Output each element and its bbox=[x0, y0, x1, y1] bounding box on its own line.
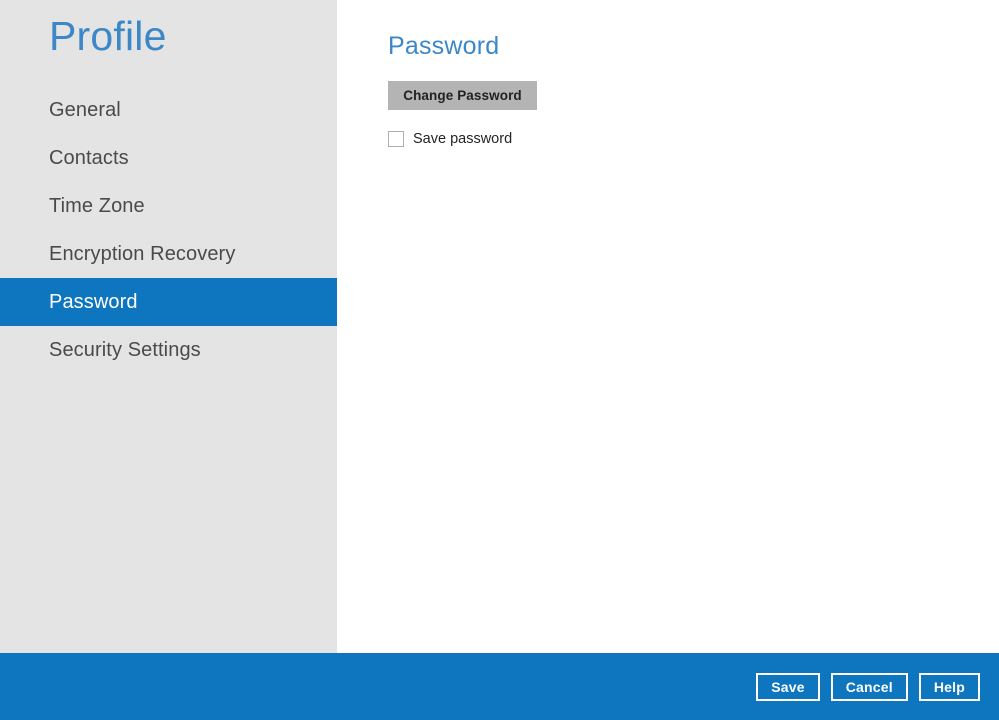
sidebar-item-label: Encryption Recovery bbox=[0, 242, 235, 266]
save-password-checkbox[interactable] bbox=[388, 131, 404, 147]
sidebar-item-time-zone[interactable]: Time Zone bbox=[0, 182, 337, 230]
cancel-button[interactable]: Cancel bbox=[831, 673, 908, 701]
profile-settings-window: Profile General Contacts Time Zone Encrypti… bbox=[0, 0, 999, 720]
sidebar-item-general[interactable]: General bbox=[0, 86, 337, 134]
footer-button-group: Save Cancel Help bbox=[756, 673, 980, 701]
sidebar-item-password[interactable]: Password bbox=[0, 278, 337, 326]
save-password-row: Save password bbox=[388, 130, 512, 148]
sidebar-item-label: Time Zone bbox=[0, 194, 145, 218]
help-button[interactable]: Help bbox=[919, 673, 980, 701]
section-title: Password bbox=[388, 31, 499, 61]
sidebar-item-label: Password bbox=[0, 290, 138, 314]
sidebar-item-label: General bbox=[0, 98, 121, 122]
save-button[interactable]: Save bbox=[756, 673, 820, 701]
sidebar-item-label: Security Settings bbox=[0, 338, 201, 362]
sidebar-item-encryption-recovery[interactable]: Encryption Recovery bbox=[0, 230, 337, 278]
sidebar-item-security-settings[interactable]: Security Settings bbox=[0, 326, 337, 374]
page-title: Profile bbox=[49, 8, 167, 64]
change-password-button[interactable]: Change Password bbox=[388, 81, 537, 110]
save-password-label: Save password bbox=[413, 130, 512, 148]
sidebar-nav: General Contacts Time Zone Encryption Recov… bbox=[0, 86, 337, 374]
footer-bar: Save Cancel Help bbox=[0, 653, 999, 720]
sidebar-item-contacts[interactable]: Contacts bbox=[0, 134, 337, 182]
main-content: Password Change Password Save password bbox=[337, 0, 999, 653]
sidebar: Profile General Contacts Time Zone Encrypti… bbox=[0, 0, 337, 653]
sidebar-item-label: Contacts bbox=[0, 146, 129, 170]
